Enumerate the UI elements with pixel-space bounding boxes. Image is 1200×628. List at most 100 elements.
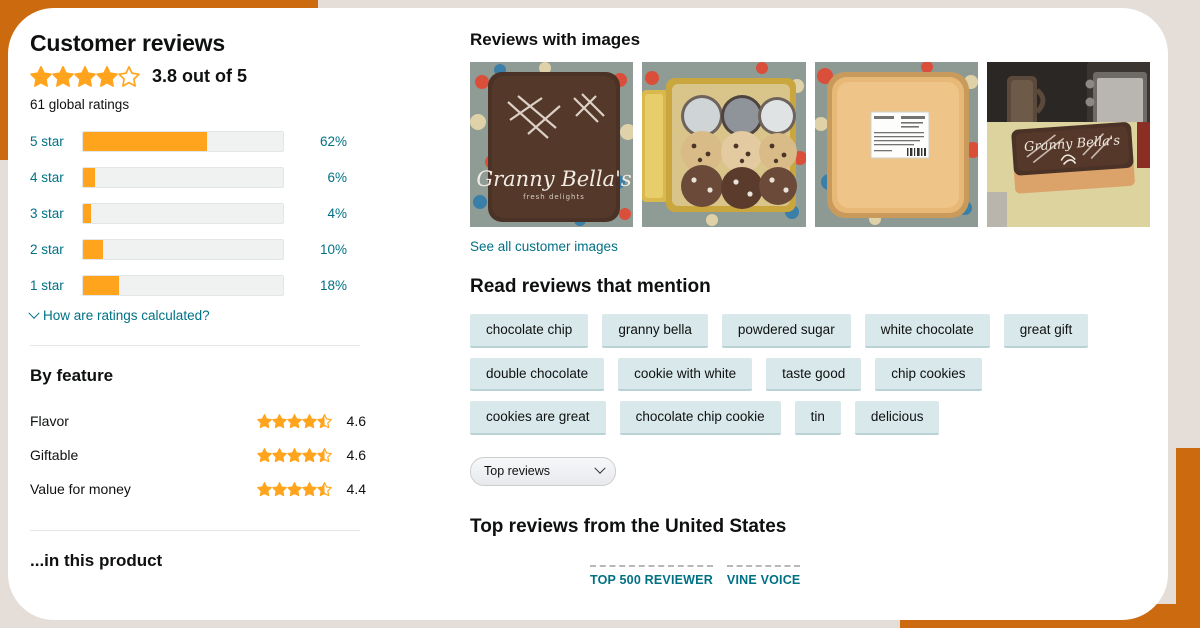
customer-image-thumbnail[interactable]: Granny Bella's: [986, 62, 1150, 227]
star-icon: [74, 66, 96, 87]
reviewer-badge: VINE VOICE: [726, 564, 801, 587]
star-icon: [317, 481, 332, 497]
rating-histogram-label: 4 star: [30, 170, 64, 186]
customer-image-thumbnails: Granny Bella's fresh delights Granny Bel…: [470, 62, 1150, 227]
rating-histogram-percent: 18%: [319, 278, 347, 294]
star-icon: [302, 413, 317, 429]
customer-image-thumbnail[interactable]: [642, 62, 806, 227]
frame-accent-right: [1176, 448, 1200, 628]
svg-text:fresh delights: fresh delights: [523, 193, 585, 201]
feature-name: Giftable: [30, 447, 79, 464]
rating-histogram-label: 3 star: [30, 206, 64, 222]
review-keyword-tag[interactable]: chocolate chip: [470, 314, 589, 348]
review-keyword-tag[interactable]: cookie with white: [618, 357, 753, 392]
star-icon: [302, 481, 317, 497]
reviews-content-panel: Reviews with images Granny Bella's fresh…: [470, 30, 1150, 587]
rating-histogram-track: [82, 131, 284, 153]
rating-histogram-row[interactable]: 2 star 10%: [30, 236, 366, 263]
feature-star-rating-icon: [257, 481, 332, 497]
feature-score: 4.4: [346, 481, 366, 498]
feature-rating-row: Value for money 4.4: [30, 472, 366, 506]
feature-star-rating-icon: [257, 413, 332, 429]
global-ratings-count: 61 global ratings: [30, 97, 130, 113]
star-icon: [287, 413, 302, 429]
star-icon: [118, 66, 140, 87]
star-icon: [257, 481, 272, 497]
read-reviews-that-mention-title: Read reviews that mention: [470, 276, 711, 297]
star-icon: [96, 66, 118, 87]
review-keyword-tag[interactable]: double chocolate: [470, 357, 605, 392]
rating-histogram-label: 1 star: [30, 278, 64, 294]
review-keyword-tag[interactable]: chocolate chip cookie: [619, 401, 781, 435]
star-icon: [317, 447, 332, 463]
rating-histogram-percent: 6%: [327, 170, 347, 186]
star-icon: [302, 447, 317, 463]
top-reviews-title: Top reviews from the United States: [470, 515, 787, 537]
divider-2: [30, 530, 360, 532]
overall-rating: 3.8 out of 5: [30, 66, 366, 87]
rating-histogram-track: [82, 203, 284, 225]
feature-name: Flavor: [30, 413, 69, 430]
review-keyword-tag[interactable]: white chocolate: [864, 314, 990, 348]
divider: [30, 345, 360, 347]
feature-rating-row: Flavor 4.6: [30, 404, 366, 438]
rating-histogram-label: 2 star: [30, 242, 64, 258]
review-keyword-tag[interactable]: cookies are great: [470, 401, 606, 435]
review-keyword-tag[interactable]: tin: [794, 401, 841, 435]
overall-star-rating-icon: [30, 66, 140, 87]
star-icon: [272, 413, 287, 429]
sort-reviews-value: Top reviews: [484, 464, 550, 479]
star-icon: [257, 447, 272, 463]
feature-score: 4.6: [346, 413, 366, 430]
rating-histogram-percent: 4%: [327, 206, 347, 222]
feature-star-rating-icon: [257, 447, 332, 463]
chevron-down-icon: [594, 462, 606, 474]
review-keyword-tag[interactable]: powdered sugar: [721, 314, 851, 348]
overall-rating-text: 3.8 out of 5: [152, 66, 248, 87]
star-icon: [317, 413, 332, 429]
reviewer-badges: TOP 500 REVIEWER VINE VOICE: [590, 564, 1150, 587]
review-keyword-tag[interactable]: chip cookies: [875, 357, 982, 392]
rating-histogram-label: 5 star: [30, 134, 64, 150]
review-keyword-tag[interactable]: taste good: [766, 357, 862, 392]
rating-histogram-row[interactable]: 3 star 4%: [30, 200, 366, 227]
review-card: Customer reviews 3.8 out of 5 61 global …: [8, 8, 1168, 620]
clipped-section-heading: ...in this product: [30, 551, 163, 571]
rating-histogram-fill: [83, 204, 91, 224]
by-feature-title: By feature: [30, 366, 114, 386]
feature-score: 4.6: [346, 447, 366, 464]
how-ratings-calculated-label: How are ratings calculated?: [43, 308, 210, 324]
chevron-down-icon: [28, 307, 40, 319]
review-keyword-tag[interactable]: delicious: [854, 401, 940, 435]
star-icon: [257, 413, 272, 429]
see-all-customer-images-link[interactable]: See all customer images: [470, 239, 618, 254]
feature-rating-row: Giftable 4.6: [30, 438, 366, 472]
rating-histogram-percent: 62%: [319, 134, 347, 150]
review-keyword-tag[interactable]: granny bella: [602, 314, 708, 348]
review-keyword-tags: chocolate chip granny bella powdered sug…: [470, 314, 1090, 435]
star-icon: [30, 66, 52, 87]
feature-rating-list: Flavor 4.6 Giftable 4.6 Value for money …: [30, 404, 366, 506]
customer-image-thumbnail[interactable]: [814, 62, 978, 227]
rating-histogram-row[interactable]: 1 star 18%: [30, 272, 366, 299]
star-icon: [272, 447, 287, 463]
sort-reviews-select[interactable]: Top reviews: [470, 456, 616, 486]
rating-histogram-fill: [83, 276, 119, 296]
customer-image-thumbnail[interactable]: Granny Bella's fresh delights: [470, 62, 634, 227]
star-icon: [287, 481, 302, 497]
svg-text:Granny Bella's: Granny Bella's: [476, 167, 632, 191]
rating-histogram-fill: [83, 240, 103, 260]
how-ratings-calculated-link[interactable]: How are ratings calculated?: [28, 307, 366, 324]
star-icon: [287, 447, 302, 463]
review-keyword-tag[interactable]: great gift: [1003, 314, 1089, 348]
rating-histogram-track: [82, 167, 284, 189]
rating-histogram-track: [82, 239, 284, 261]
customer-reviews-panel: Customer reviews 3.8 out of 5 61 global …: [28, 30, 366, 571]
rating-histogram-fill: [83, 132, 207, 152]
rating-histogram-row[interactable]: 5 star 62%: [30, 128, 366, 155]
star-icon: [52, 66, 74, 87]
star-icon: [272, 481, 287, 497]
feature-name: Value for money: [30, 481, 131, 498]
rating-histogram-row[interactable]: 4 star 6%: [30, 164, 366, 191]
reviews-with-images-title: Reviews with images: [470, 30, 641, 49]
